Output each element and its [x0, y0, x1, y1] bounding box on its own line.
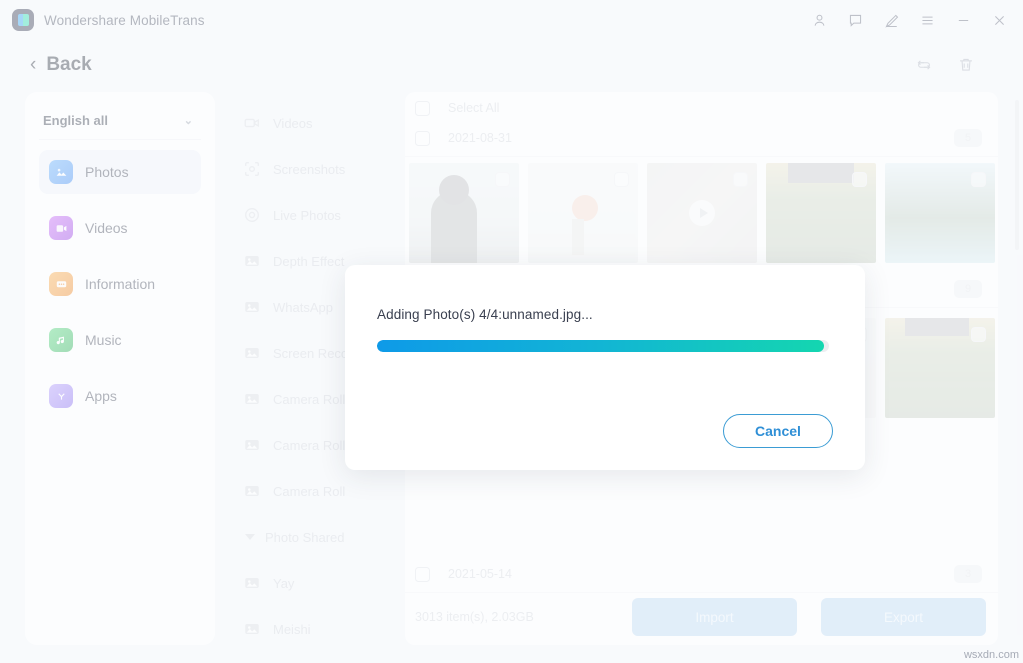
app-window: Wondershare MobileTrans [0, 0, 1023, 663]
dialog-actions: Cancel [723, 414, 833, 448]
progress-message: Adding Photo(s) 4/4:unnamed.jpg... [377, 307, 593, 322]
progress-dialog: Adding Photo(s) 4/4:unnamed.jpg... Cance… [345, 265, 865, 470]
progress-bar-track [377, 340, 829, 352]
progress-bar-fill [377, 340, 825, 352]
cancel-button[interactable]: Cancel [723, 414, 833, 448]
watermark: wsxdn.com [963, 649, 1019, 661]
